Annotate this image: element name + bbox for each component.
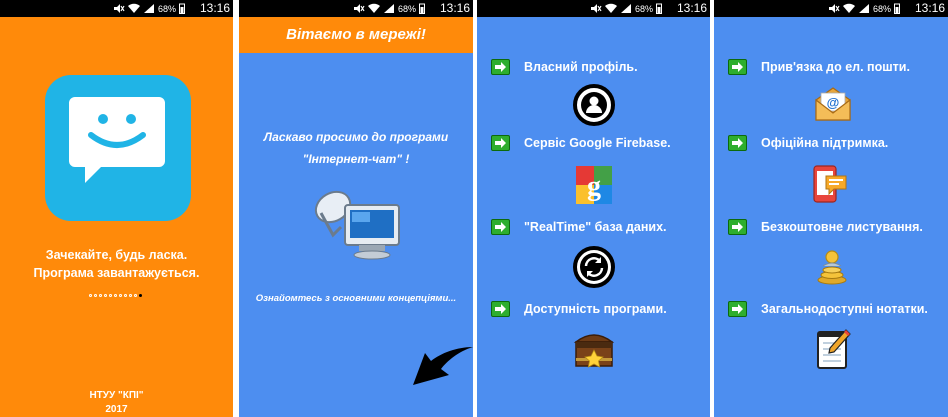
status-bar: 68% 13:16 <box>239 0 473 17</box>
arrow-bullet-icon <box>491 59 510 75</box>
feature-row: Сервіс Google Firebase. <box>491 134 671 152</box>
signal-icon <box>620 4 631 13</box>
arrow-bullet-icon <box>491 301 510 317</box>
app-logo <box>45 75 191 221</box>
page-dot <box>124 294 127 297</box>
features-screen-2: 68% 13:16 Прив'язка до ел. пошти. @ Офіц… <box>714 0 948 417</box>
clock: 13:16 <box>676 1 707 15</box>
feature-label: Доступність програми. <box>524 302 667 316</box>
status-bar: 68% 13:16 <box>477 0 710 17</box>
profile-icon <box>573 84 615 126</box>
feature-row: Власний профіль. <box>491 58 638 76</box>
year-label: 2017 <box>105 404 128 415</box>
mute-icon <box>590 4 602 13</box>
features-screen-1: 68% 13:16 Власний профіль. Сервіс Google… <box>477 0 710 417</box>
mute-icon <box>353 4 365 13</box>
signal-icon <box>383 4 394 13</box>
loading-message-line1: Зачекайте, будь ласка. <box>45 248 188 262</box>
notepad-icon <box>817 329 851 369</box>
sync-icon <box>573 246 615 288</box>
arrow-bullet-icon <box>728 135 747 151</box>
battery-icon <box>419 3 425 14</box>
svg-text:@: @ <box>827 95 840 110</box>
status-icons: 68% <box>113 2 185 15</box>
battery-percent: 68% <box>397 3 416 14</box>
feature-label: Безкоштовне листування. <box>761 220 923 234</box>
status-icons: 68% <box>353 2 425 15</box>
battery-icon <box>894 3 900 14</box>
feature-row: Безкоштовне листування. <box>728 218 923 236</box>
arrow-bullet-icon <box>728 301 747 317</box>
feature-label: Сервіс Google Firebase. <box>524 136 671 150</box>
status-icons: 68% <box>590 2 662 15</box>
page-indicator <box>89 294 142 297</box>
mute-icon <box>828 4 840 13</box>
wifi-icon <box>604 3 617 13</box>
status-bar: 68% 13:16 <box>714 0 948 17</box>
battery-percent: 68% <box>872 3 891 14</box>
feature-label: "RealTime" база даних. <box>524 220 667 234</box>
page-dot <box>114 294 117 297</box>
page-dot <box>99 294 102 297</box>
google-icon: g <box>576 166 612 204</box>
email-icon: @ <box>815 87 851 121</box>
welcome-screen: 68% 13:16 Вітаємо в мережі! Ласкаво прос… <box>239 0 473 417</box>
arrow-bullet-icon <box>491 135 510 151</box>
page-dot <box>129 294 132 297</box>
feature-row: Прив'язка до ел. пошти. <box>728 58 910 76</box>
support-phone-icon <box>813 165 847 203</box>
wifi-icon <box>367 3 380 13</box>
coins-icon <box>817 250 847 285</box>
loading-message-line2: Програма завантажується. <box>33 266 200 280</box>
welcome-text-line1: Ласкаво просимо до програми <box>263 130 449 144</box>
battery-percent: 68% <box>157 3 176 14</box>
splash-screen: 68% 13:16 Зачекайте, будь ласка. Програм… <box>0 0 233 417</box>
hint-text: Ознайомтесь з основними концепціями... <box>255 293 457 304</box>
signal-icon <box>143 4 154 13</box>
treasure-chest-icon <box>573 334 615 368</box>
clock: 13:16 <box>914 1 945 15</box>
page-dot <box>134 294 137 297</box>
page-dot <box>94 294 97 297</box>
page-dot <box>89 294 92 297</box>
status-bar: 68% 13:16 <box>0 0 233 17</box>
wifi-icon <box>842 3 855 13</box>
welcome-text-line2: "Інтернет-чат" ! <box>302 152 410 166</box>
network-computer-icon <box>314 190 400 260</box>
feature-row: Загальнодоступні нотатки. <box>728 300 928 318</box>
feature-row: "RealTime" база даних. <box>491 218 667 236</box>
page-dot <box>104 294 107 297</box>
battery-percent: 68% <box>634 3 653 14</box>
feature-row: Офіційна підтримка. <box>728 134 888 152</box>
clock: 13:16 <box>199 1 230 15</box>
university-label: НТУУ "КПІ" <box>89 390 144 401</box>
back-arrow-icon[interactable] <box>411 345 473 397</box>
mute-icon <box>113 4 125 13</box>
feature-label: Власний профіль. <box>524 60 638 74</box>
feature-row: Доступність програми. <box>491 300 667 318</box>
page-dot <box>119 294 122 297</box>
page-dot <box>109 294 112 297</box>
arrow-bullet-icon <box>728 219 747 235</box>
page-dot-active <box>139 294 142 297</box>
status-icons: 68% <box>828 2 900 15</box>
chat-bubble-icon <box>69 97 165 183</box>
arrow-bullet-icon <box>491 219 510 235</box>
svg-text:g: g <box>587 171 601 202</box>
feature-label: Офіційна підтримка. <box>761 136 889 150</box>
welcome-header: Вітаємо в мережі! <box>239 17 473 53</box>
signal-icon <box>858 4 869 13</box>
feature-label: Загальнодоступні нотатки. <box>761 302 928 316</box>
feature-label: Прив'язка до ел. пошти. <box>761 60 910 74</box>
battery-icon <box>656 3 662 14</box>
wifi-icon <box>127 3 140 13</box>
clock: 13:16 <box>439 1 470 15</box>
battery-icon <box>179 3 185 14</box>
arrow-bullet-icon <box>728 59 747 75</box>
